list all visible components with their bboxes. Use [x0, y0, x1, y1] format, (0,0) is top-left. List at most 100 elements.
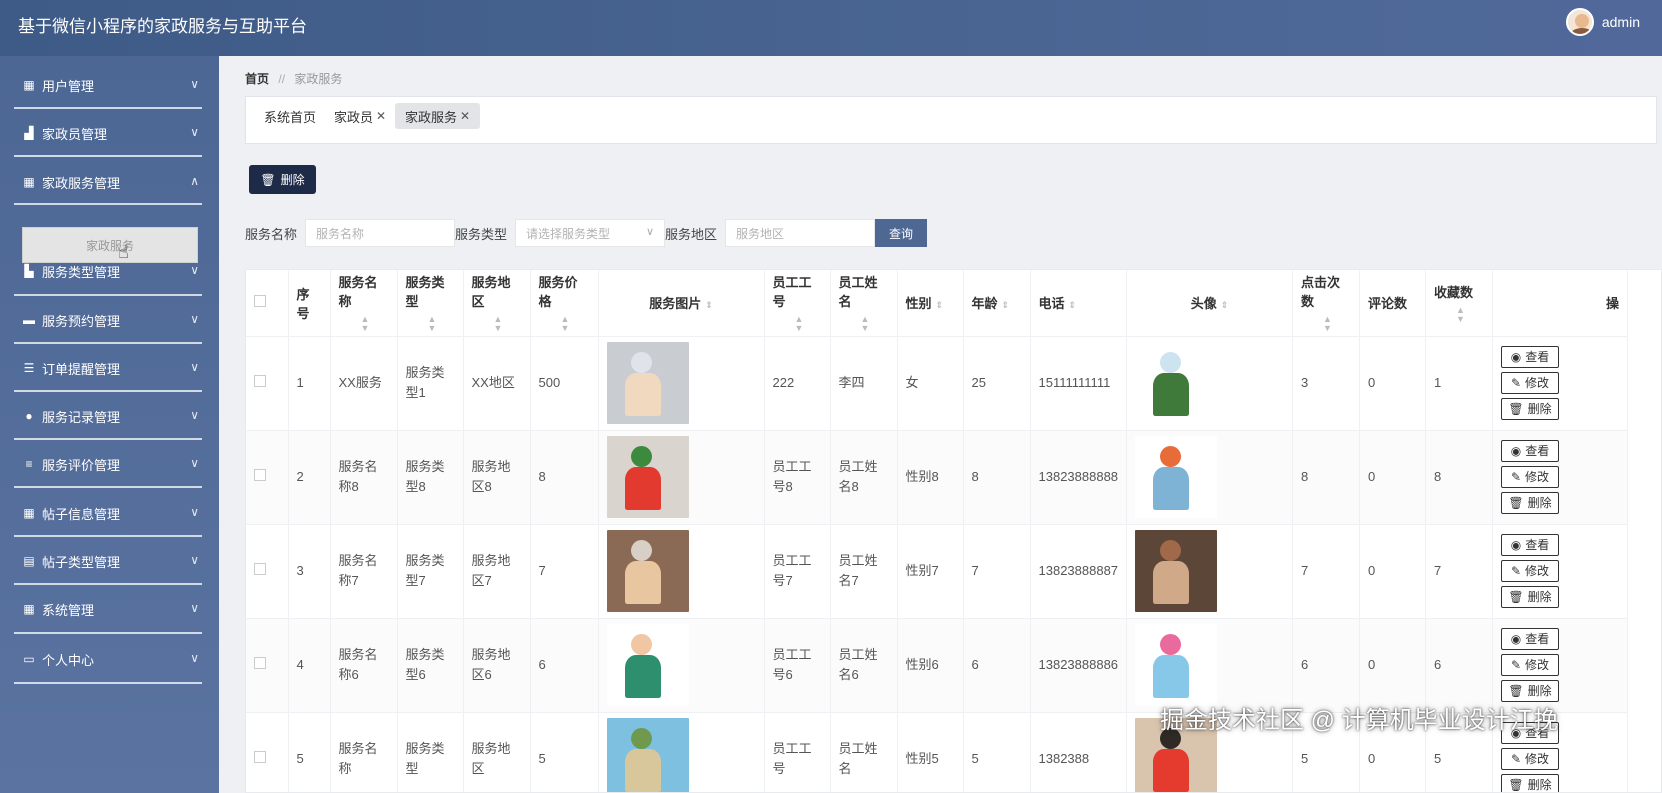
cell-value: 员工姓名	[838, 741, 878, 776]
sort-icon[interactable]: ⇕	[1221, 300, 1229, 310]
col-header[interactable]: 服务地区 ▲ ▼	[463, 270, 531, 337]
view-button[interactable]: ◉ 查看	[1501, 534, 1560, 556]
eye-icon: ◉	[1510, 538, 1522, 552]
cell-value: 5	[1434, 751, 1442, 766]
sort-icon[interactable]: ⇕	[936, 300, 944, 310]
col-header[interactable]: 电话 ⇕	[1030, 270, 1128, 337]
col-header[interactable]: 头像 ⇕	[1126, 270, 1294, 337]
table-cell: 0	[1359, 430, 1427, 525]
row-checkbox[interactable]	[254, 563, 266, 575]
view-button[interactable]: ◉ 查看	[1501, 628, 1560, 650]
table-row[interactable]: 3 服务名称7 服务类型7 服务地区7 7 员工工号7 员工姓名7 性别7 7 138238888…	[246, 524, 1629, 619]
sidebar-item-post-info-mgmt[interactable]: ▦ 帖子信息管理 ∨	[0, 488, 219, 538]
sidebar-item-service-type-mgmt[interactable]: ▙ 服务类型管理 ∨	[0, 246, 219, 296]
sort-icon[interactable]: ▲ ▼	[472, 315, 503, 333]
sidebar-item-housekeeper-mgmt[interactable]: ▟ 家政员管理 ∨	[0, 108, 219, 158]
close-icon[interactable]: ✕	[460, 109, 470, 123]
col-header[interactable]: 服务名称 ▲ ▼	[330, 270, 398, 337]
cell-value: 7	[1434, 563, 1442, 578]
breadcrumb-home[interactable]: 首页	[245, 72, 269, 86]
service-type-select[interactable]: 请选择服务类型 ∨	[515, 219, 666, 247]
row-delete-button[interactable]: 🗑 删除	[1501, 492, 1560, 514]
sidebar-item-label: 家政服务管理	[42, 175, 121, 191]
col-header[interactable]: 年龄 ⇕	[963, 270, 1031, 337]
cell-value: 服务类型6	[405, 647, 445, 682]
service-name-input[interactable]: 服务名称	[305, 219, 456, 247]
col-header[interactable]: 服务图片 ⇕	[598, 270, 765, 337]
close-icon[interactable]: ✕	[376, 109, 386, 123]
row-checkbox[interactable]	[254, 657, 266, 669]
cell-value: 服务地区6	[471, 647, 511, 682]
col-header[interactable]: 收藏数 ▲ ▼	[1425, 270, 1494, 337]
cell-value: 员工姓名7	[838, 553, 878, 588]
service-image	[606, 718, 689, 792]
col-header[interactable]: 服务价格 ▲ ▼	[530, 270, 599, 337]
username[interactable]: admin	[1602, 14, 1640, 30]
col-header[interactable]: 员工工号 ▲ ▼	[764, 270, 831, 337]
grid-icon: ▦	[23, 78, 35, 92]
cell-value: 3	[1301, 375, 1309, 390]
sidebar-item-system-mgmt[interactable]: ▦ 系统管理 ∨	[0, 584, 219, 634]
col-label: 电话	[1038, 296, 1065, 312]
sidebar-item-booking-mgmt[interactable]: ▬ 服务预约管理 ∨	[0, 295, 219, 345]
table-cell: 2	[288, 430, 331, 525]
tab-home[interactable]: 系统首页	[258, 103, 322, 129]
sort-icon[interactable]: ▲ ▼	[539, 315, 570, 333]
row-delete-button[interactable]: 🗑 删除	[1501, 774, 1560, 792]
view-button[interactable]: ◉ 查看	[1501, 346, 1560, 368]
sidebar-item-review-mgmt[interactable]: ≡ 服务评价管理 ∨	[0, 439, 219, 489]
sort-icon[interactable]: ▲ ▼	[1301, 315, 1332, 333]
sidebar-item-label: 个人中心	[42, 652, 95, 668]
col-header[interactable]: 服务类型 ▲ ▼	[397, 270, 464, 337]
sidebar-item-service-record-mgmt[interactable]: ● 服务记录管理 ∨	[0, 391, 219, 441]
table-row[interactable]: 4 服务名称6 服务类型6 服务地区6 6 员工工号6 员工姓名6 性别6 6 138238888…	[246, 618, 1629, 713]
table-row[interactable]: 2 服务名称8 服务类型8 服务地区8 8 员工工号8 员工姓名8 性别8 8 138238888…	[246, 430, 1629, 525]
row-checkbox[interactable]	[254, 751, 266, 763]
row-checkbox[interactable]	[254, 375, 266, 387]
sort-icon[interactable]: ▲ ▼	[1434, 305, 1465, 324]
service-area-input[interactable]: 服务地区	[725, 219, 876, 247]
sidebar-item-service-mgmt[interactable]: ▦ 家政服务管理 ∧	[0, 157, 219, 207]
user-menu[interactable]: admin	[1565, 8, 1640, 36]
select-all-checkbox[interactable]	[254, 295, 266, 308]
sort-icon[interactable]: ⇕	[1069, 300, 1077, 310]
sidebar-item-order-reminder-mgmt[interactable]: ☰ 订单提醒管理 ∨	[0, 343, 219, 393]
sidebar-item-user-mgmt[interactable]: ▦ 用户管理 ∨	[0, 60, 219, 110]
sort-icon[interactable]: ⇕	[705, 300, 713, 310]
sidebar-item-personal-center[interactable]: ▭ 个人中心 ∨	[0, 634, 219, 684]
grid-icon: ▦	[23, 602, 35, 616]
clipboard-icon: ▤	[23, 554, 35, 568]
edit-button[interactable]: ✎ 修改	[1501, 654, 1560, 676]
cell-value: 7	[538, 563, 546, 578]
cell-value: 服务类型	[405, 741, 445, 776]
tab-service[interactable]: 家政服务 ✕	[395, 103, 481, 129]
query-button[interactable]: 查询	[875, 219, 928, 247]
table-cell: 服务类型6	[397, 618, 464, 713]
row-delete-button[interactable]: 🗑 删除	[1501, 680, 1560, 702]
sort-icon[interactable]: ⇕	[1002, 300, 1010, 310]
tab-housekeeper[interactable]: 家政员 ✕	[328, 103, 392, 129]
view-button[interactable]: ◉ 查看	[1501, 440, 1560, 462]
edit-button[interactable]: ✎ 修改	[1501, 560, 1560, 582]
col-header[interactable]: 性别 ⇕	[897, 270, 964, 337]
sidebar-item-post-type-mgmt[interactable]: ▤ 帖子类型管理 ∨	[0, 536, 219, 586]
table-cell: 13823888888	[1030, 430, 1128, 525]
col-header[interactable]: 点击次数 ▲ ▼	[1292, 270, 1361, 337]
user-avatar[interactable]	[1565, 8, 1594, 36]
row-delete-button[interactable]: 🗑 删除	[1501, 586, 1560, 608]
service-image-cell	[598, 430, 765, 525]
edit-button[interactable]: ✎ 修改	[1501, 466, 1560, 488]
col-label: 服务名称	[338, 275, 378, 310]
table-row[interactable]: 1 XX服务 服务类型1 XX地区 500 222 李四 女 25 15111111111 3 0 1 ◉…	[246, 336, 1629, 431]
edit-button[interactable]: ✎ 修改	[1501, 372, 1560, 394]
edit-button[interactable]: ✎ 修改	[1501, 748, 1560, 770]
row-delete-button[interactable]: 🗑 删除	[1501, 398, 1560, 420]
sort-icon[interactable]: ▲ ▼	[406, 315, 437, 333]
col-header[interactable]: 员工姓名 ▲ ▼	[830, 270, 898, 337]
batch-delete-button[interactable]: 🗑 删除	[249, 165, 316, 194]
sort-icon[interactable]: ▲ ▼	[839, 315, 870, 333]
service-image	[606, 624, 689, 706]
sort-icon[interactable]: ▲ ▼	[773, 315, 804, 333]
row-checkbox[interactable]	[254, 469, 266, 481]
sort-icon[interactable]: ▲ ▼	[339, 315, 370, 333]
